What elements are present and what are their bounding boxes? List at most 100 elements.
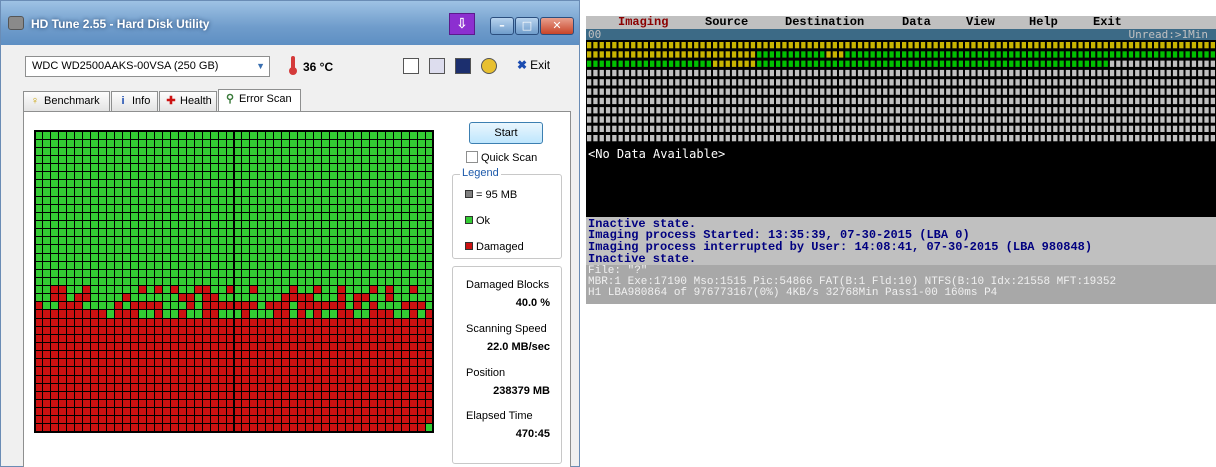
damaged-block (242, 318, 250, 326)
menu-data[interactable]: Data (902, 16, 931, 29)
ok-block (298, 229, 306, 237)
exit-button[interactable]: ✖ Exit (517, 58, 550, 72)
damaged-block (298, 391, 306, 399)
tab-benchmark[interactable]: ♀ Benchmark (23, 91, 110, 111)
menu-destination[interactable]: Destination (785, 16, 864, 29)
legend-label: = 95 MB (476, 189, 518, 201)
copy-all-icon[interactable] (429, 58, 445, 74)
unread-sector (876, 79, 882, 86)
title-bar[interactable]: HD Tune 2.55 - Hard Disk Utility ⇩ – □ ✕ (1, 1, 579, 45)
menu-source[interactable]: Source (705, 16, 748, 29)
damaged-block (417, 375, 425, 383)
damaged-block (314, 343, 322, 351)
maximize-button[interactable]: □ (515, 17, 539, 35)
damaged-block (210, 375, 218, 383)
quick-scan-checkbox[interactable]: Quick Scan (466, 151, 537, 164)
unread-sector (1040, 88, 1045, 95)
ok-block (298, 277, 306, 286)
read-sector (914, 60, 919, 67)
damaged-block (290, 294, 298, 302)
ok-block (138, 277, 146, 286)
unread-sector (1109, 97, 1115, 105)
damaged-block (202, 286, 210, 294)
unread-sector (1028, 135, 1033, 142)
damaged-block (226, 302, 234, 310)
ok-block (146, 261, 154, 269)
ok-block (306, 212, 314, 220)
menu-exit[interactable]: Exit (1093, 16, 1122, 29)
unread-sector (920, 135, 926, 142)
unread-sector (757, 88, 762, 95)
damaged-block (35, 359, 43, 367)
damaged-block (178, 359, 186, 367)
unread-sector (946, 69, 951, 77)
unread-sector (958, 135, 963, 142)
ok-block (409, 269, 417, 277)
ok-block (67, 147, 75, 155)
ok-block (154, 196, 162, 204)
menu-imaging[interactable]: Imaging (618, 16, 668, 29)
ok-block (107, 294, 115, 302)
tab-info[interactable]: i Info (111, 91, 158, 111)
minimize-button[interactable]: – (490, 17, 514, 35)
ok-block (266, 188, 274, 196)
damaged-block (377, 391, 385, 399)
unread-sector (1072, 97, 1077, 105)
unread-sector (1028, 97, 1033, 105)
read-sector (996, 60, 1001, 67)
unread-sector (990, 107, 995, 114)
menu-help[interactable]: Help (1029, 16, 1058, 29)
unread-sector (587, 79, 592, 86)
ok-block (409, 277, 417, 286)
ok-block (250, 310, 258, 318)
damaged-block (194, 367, 202, 375)
damaged-block (154, 391, 162, 399)
unread-sector (731, 125, 737, 132)
unread-sector (694, 69, 699, 77)
ok-block (282, 180, 290, 188)
options-icon[interactable] (481, 58, 497, 74)
damaged-block (162, 399, 170, 408)
damaged-block (322, 334, 329, 342)
ok-block (131, 147, 138, 155)
checkbox-box[interactable] (466, 151, 478, 163)
unread-sector (1034, 116, 1039, 123)
ok-block (393, 147, 401, 155)
download-icon[interactable]: ⇩ (449, 13, 475, 35)
menu-view[interactable]: View (966, 16, 995, 29)
damaged-block (385, 416, 393, 424)
unread-sector (1053, 97, 1058, 105)
ok-block (75, 245, 83, 253)
ok-block (194, 302, 202, 310)
unread-sector (946, 107, 951, 114)
ok-block (377, 172, 385, 180)
unread-sector (668, 88, 674, 95)
unread-sector (1204, 69, 1209, 77)
damaged-block (337, 302, 345, 310)
ok-block (75, 164, 83, 172)
ok-block (369, 204, 377, 212)
close-button[interactable]: ✕ (540, 17, 574, 35)
unread-sector (593, 88, 598, 95)
unread-sector (889, 88, 894, 95)
copy-icon[interactable] (403, 58, 419, 74)
ok-block (298, 261, 306, 269)
ok-block (242, 294, 250, 302)
ok-block (393, 212, 401, 220)
start-button[interactable]: Start (469, 122, 543, 144)
save-icon[interactable] (455, 58, 471, 74)
tab-health[interactable]: ✚ Health (159, 91, 217, 111)
tab-error-scan[interactable]: ⚲ Error Scan (218, 89, 301, 111)
unread-sector (965, 107, 970, 114)
damaged-block (115, 343, 123, 351)
ok-block (115, 245, 123, 253)
drive-select[interactable]: WDC WD2500AAKS-00VSA (250 GB) ▼ (25, 56, 270, 77)
damaged-block (146, 424, 154, 432)
ok-block (401, 310, 409, 318)
unread-sector (1116, 88, 1121, 95)
unread-sector (700, 116, 705, 123)
unread-sector (687, 79, 693, 86)
pending-sector (744, 51, 749, 58)
damaged-block (146, 318, 154, 326)
ok-block (250, 204, 258, 212)
